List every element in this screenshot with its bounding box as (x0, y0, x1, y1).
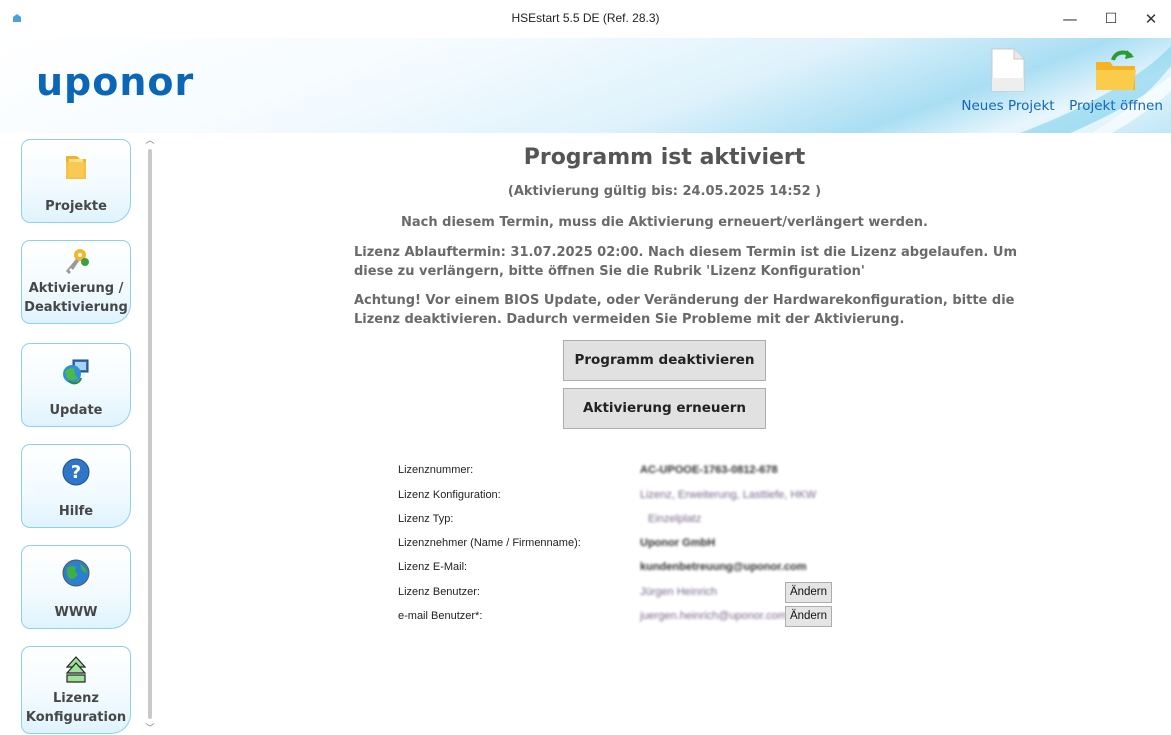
license-type-value: Einzelplatz (648, 513, 702, 525)
main-content: Programm ist aktiviert (Aktivierung gült… (158, 133, 1171, 735)
minimize-button[interactable]: — (1050, 6, 1090, 32)
scrollbar-thumb[interactable] (148, 149, 152, 719)
scroll-up-arrow[interactable]: ︿ (144, 133, 156, 146)
sidebar-item-hilfe[interactable]: ? Hilfe (21, 444, 131, 528)
globe-icon (22, 556, 130, 590)
license-user-label: Lizenz Benutzer: (398, 586, 480, 598)
sidebar-item-label: WWW (54, 605, 98, 620)
warning-line-1: Achtung! Vor einem BIOS Update, oder Ver… (354, 293, 1015, 308)
sidebar-item-label: Update (49, 403, 103, 418)
licensee-value: Uponor GmbH (640, 537, 716, 549)
window-title: HSEstart 5.5 DE (Ref. 28.3) (511, 11, 660, 25)
license-expiry-line-1: Lizenz Ablauftermin: 31.07.2025 02:00. N… (354, 245, 1017, 260)
license-configuration-label: Lizenz Konfiguration: (398, 489, 501, 501)
open-project-label: Projekt öffnen (1069, 98, 1163, 114)
open-project-button[interactable]: Projekt öffnen (1064, 48, 1168, 114)
licensee-label: Lizenznehmer (Name / Firmenname): (398, 537, 581, 549)
change-user-button[interactable]: Ändern (785, 582, 832, 603)
deactivate-program-button[interactable]: Programm deaktivieren (563, 340, 766, 381)
page-title: Programm ist aktiviert (523, 145, 806, 170)
license-config-icon (22, 653, 130, 687)
sidebar-item-label: Aktivierung / Deaktivierung (24, 281, 128, 315)
license-configuration-value: Lizenz, Erweiterung, Lasttiefe, HKW (640, 489, 817, 501)
new-project-button[interactable]: Neues Projekt (958, 48, 1058, 114)
sidebar-item-projekte[interactable]: Projekte (21, 139, 131, 223)
scroll-down-arrow[interactable]: ﹀ (144, 721, 156, 734)
change-email-button[interactable]: Ändern (785, 606, 832, 627)
license-email-value: kundenbetreuung@uponor.com (640, 561, 807, 573)
license-type-label: Lizenz Typ: (398, 513, 454, 525)
svg-text:?: ? (71, 462, 81, 483)
open-folder-icon (1093, 48, 1139, 92)
sidebar-item-www[interactable]: WWW (21, 545, 131, 629)
uponor-logo: uponor (36, 60, 195, 104)
sidebar-item-label: Hilfe (58, 504, 94, 519)
sidebar-item-lizenz-konfiguration[interactable]: Lizenz Konfiguration (21, 646, 131, 734)
update-icon (22, 354, 130, 388)
renew-notice: Nach diesem Termin, muss die Aktivierung… (401, 215, 928, 230)
sidebar-item-label: Projekte (45, 199, 107, 214)
warning-line-2: Lizenz deaktivieren. Dadurch vermeiden S… (354, 312, 905, 327)
renew-activation-button[interactable]: Aktivierung erneuern (563, 388, 766, 429)
sidebar-scrollbar[interactable]: ︿ ﹀ (144, 133, 156, 735)
new-project-label: Neues Projekt (961, 98, 1055, 114)
license-email-label: Lizenz E-Mail: (398, 561, 468, 573)
sidebar-item-label: Lizenz Konfiguration (25, 691, 127, 725)
title-bar: HSEstart 5.5 DE (Ref. 28.3) — ☐ ✕ (0, 0, 1171, 39)
sidebar-item-update[interactable]: Update (21, 343, 131, 427)
maximize-button[interactable]: ☐ (1091, 6, 1131, 32)
close-button[interactable]: ✕ (1131, 6, 1171, 32)
keys-icon (22, 245, 130, 279)
help-icon: ? (22, 455, 130, 489)
license-number-value: AC-UPOOE-1763-0812-678 (640, 464, 778, 476)
user-email-value: juergen.heinrich@uponor.com (640, 610, 787, 622)
new-document-icon (990, 48, 1026, 92)
app-header: uponor Neues Projekt Projekt öffnen (0, 38, 1171, 133)
license-user-value: Jürgen Heinrich (640, 586, 718, 598)
license-expiry-line-2: diese zu verlängern, bitte öffnen Sie di… (354, 264, 865, 279)
activation-validity: (Aktivierung gültig bis: 24.05.2025 14:5… (507, 184, 822, 199)
folder-icon (22, 150, 130, 184)
sidebar-item-aktivierung[interactable]: Aktivierung / Deaktivierung (21, 240, 131, 324)
user-email-label: e-mail Benutzer*: (398, 610, 483, 622)
license-number-label: Lizenznummer: (398, 464, 474, 476)
sidebar: Projekte Aktivierung / Deaktivierung Upd… (0, 133, 158, 735)
